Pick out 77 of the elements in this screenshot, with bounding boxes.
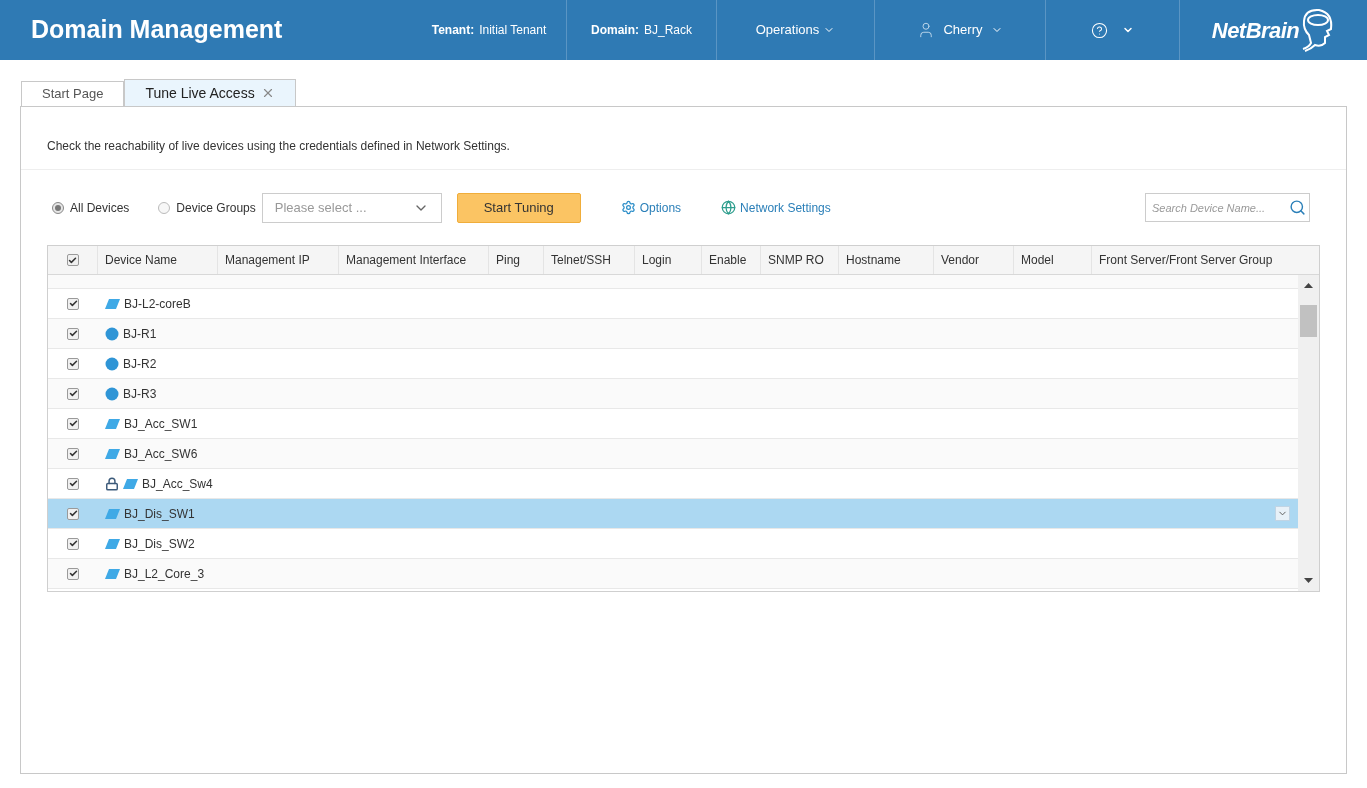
help-menu[interactable] [1091, 21, 1134, 39]
column-header[interactable]: Management Interface [346, 251, 467, 269]
checkbox[interactable] [67, 507, 79, 520]
scroll-down-icon[interactable] [1304, 578, 1313, 583]
search-icon[interactable] [1289, 199, 1306, 216]
operations-menu[interactable]: Operations [755, 20, 836, 40]
description-text: Check the reachability of live devices using the credentials defined in Network Settings. [47, 138, 510, 155]
table-row[interactable]: BJ_Acc_SW6 [48, 439, 1298, 469]
scroll-thumb[interactable] [1300, 305, 1317, 337]
user-menu[interactable]: Cherry [917, 20, 1003, 40]
toolbar-link[interactable]: Network Settings [721, 198, 831, 217]
device-name: BJ-R2 [123, 355, 157, 373]
logo-text: NetBrain [1211, 16, 1300, 45]
switch-icon [105, 447, 120, 460]
help-icon [1091, 21, 1108, 39]
device-name: BJ_L2_Core_3 [124, 565, 205, 583]
column-header[interactable]: Front Server/Front Server Group [1099, 251, 1273, 269]
settings-icon [620, 200, 636, 215]
tab[interactable]: Tune Live Access [124, 79, 296, 106]
start-tuning-button[interactable]: Start Tuning [456, 192, 581, 223]
switch-icon [105, 537, 120, 550]
switch-icon [105, 567, 120, 580]
column-header[interactable]: Management IP [225, 251, 310, 269]
device-name: BJ-L2-coreB [124, 295, 191, 313]
device-name: BJ-R3 [123, 385, 157, 403]
scroll-up-icon[interactable] [1304, 283, 1313, 288]
checkbox[interactable] [67, 567, 79, 580]
switch-icon [105, 417, 120, 430]
column-header[interactable]: Telnet/SSH [551, 251, 612, 269]
column-header[interactable]: Ping [496, 251, 521, 269]
checkbox[interactable] [67, 327, 79, 340]
device-name: BJ_Dis_SW2 [124, 535, 195, 553]
tenant-value: Initial Tenant [479, 22, 547, 39]
column-header[interactable]: Model [1021, 251, 1054, 269]
table-row[interactable]: BJ-R1 [48, 319, 1298, 349]
search-field[interactable]: Search Device Name... [1145, 193, 1310, 222]
checkbox[interactable] [67, 357, 79, 370]
device-name: BJ-R1 [123, 325, 157, 343]
switch-icon [123, 477, 138, 490]
radio-button[interactable] [158, 201, 171, 214]
domain-value: BJ_Rack [644, 22, 692, 39]
app-title: Domain Management [31, 14, 283, 46]
checkbox[interactable] [67, 297, 79, 310]
checkbox[interactable] [67, 387, 79, 400]
checkbox[interactable] [67, 447, 79, 460]
domain-label: Domain: [591, 22, 639, 39]
router-icon [105, 356, 119, 371]
tenant-label: Tenant: [431, 22, 475, 39]
checkbox[interactable] [67, 537, 79, 550]
switch-icon [105, 507, 120, 520]
scrollbar[interactable] [1298, 275, 1319, 591]
dropdown-toggle[interactable] [1275, 506, 1290, 521]
column-header[interactable]: Vendor [941, 251, 980, 269]
checkbox[interactable] [66, 254, 79, 266]
router-icon [105, 326, 119, 341]
table-row[interactable]: BJ-R3 [48, 379, 1298, 409]
radio-option[interactable]: Device Groups [158, 198, 256, 217]
radio-button[interactable] [52, 201, 64, 214]
table-row[interactable]: BJ_L2_Core_3 [48, 559, 1298, 589]
column-header[interactable]: Login [642, 251, 672, 269]
router-icon [105, 386, 119, 401]
column-header[interactable]: Device Name [105, 251, 178, 269]
checkbox[interactable] [67, 417, 79, 430]
checkbox[interactable] [67, 477, 79, 490]
column-header[interactable]: Enable [709, 251, 747, 269]
device-name: BJ_Acc_SW1 [124, 415, 198, 433]
device-name: BJ_Acc_SW6 [124, 445, 198, 463]
device-name: BJ_Dis_SW1 [124, 505, 195, 523]
device-name: BJ_Acc_Sw4 [142, 475, 213, 493]
radio-option[interactable]: All Devices [52, 198, 130, 217]
toolbar-link[interactable]: Options [620, 198, 682, 217]
switch-icon [105, 297, 120, 310]
column-header[interactable]: SNMP RO [768, 251, 824, 269]
table-row[interactable]: BJ_Dis_SW1 [48, 499, 1298, 529]
column-header[interactable]: Hostname [846, 251, 901, 269]
tab[interactable]: Start Page [21, 81, 125, 106]
globe-icon [721, 200, 737, 215]
